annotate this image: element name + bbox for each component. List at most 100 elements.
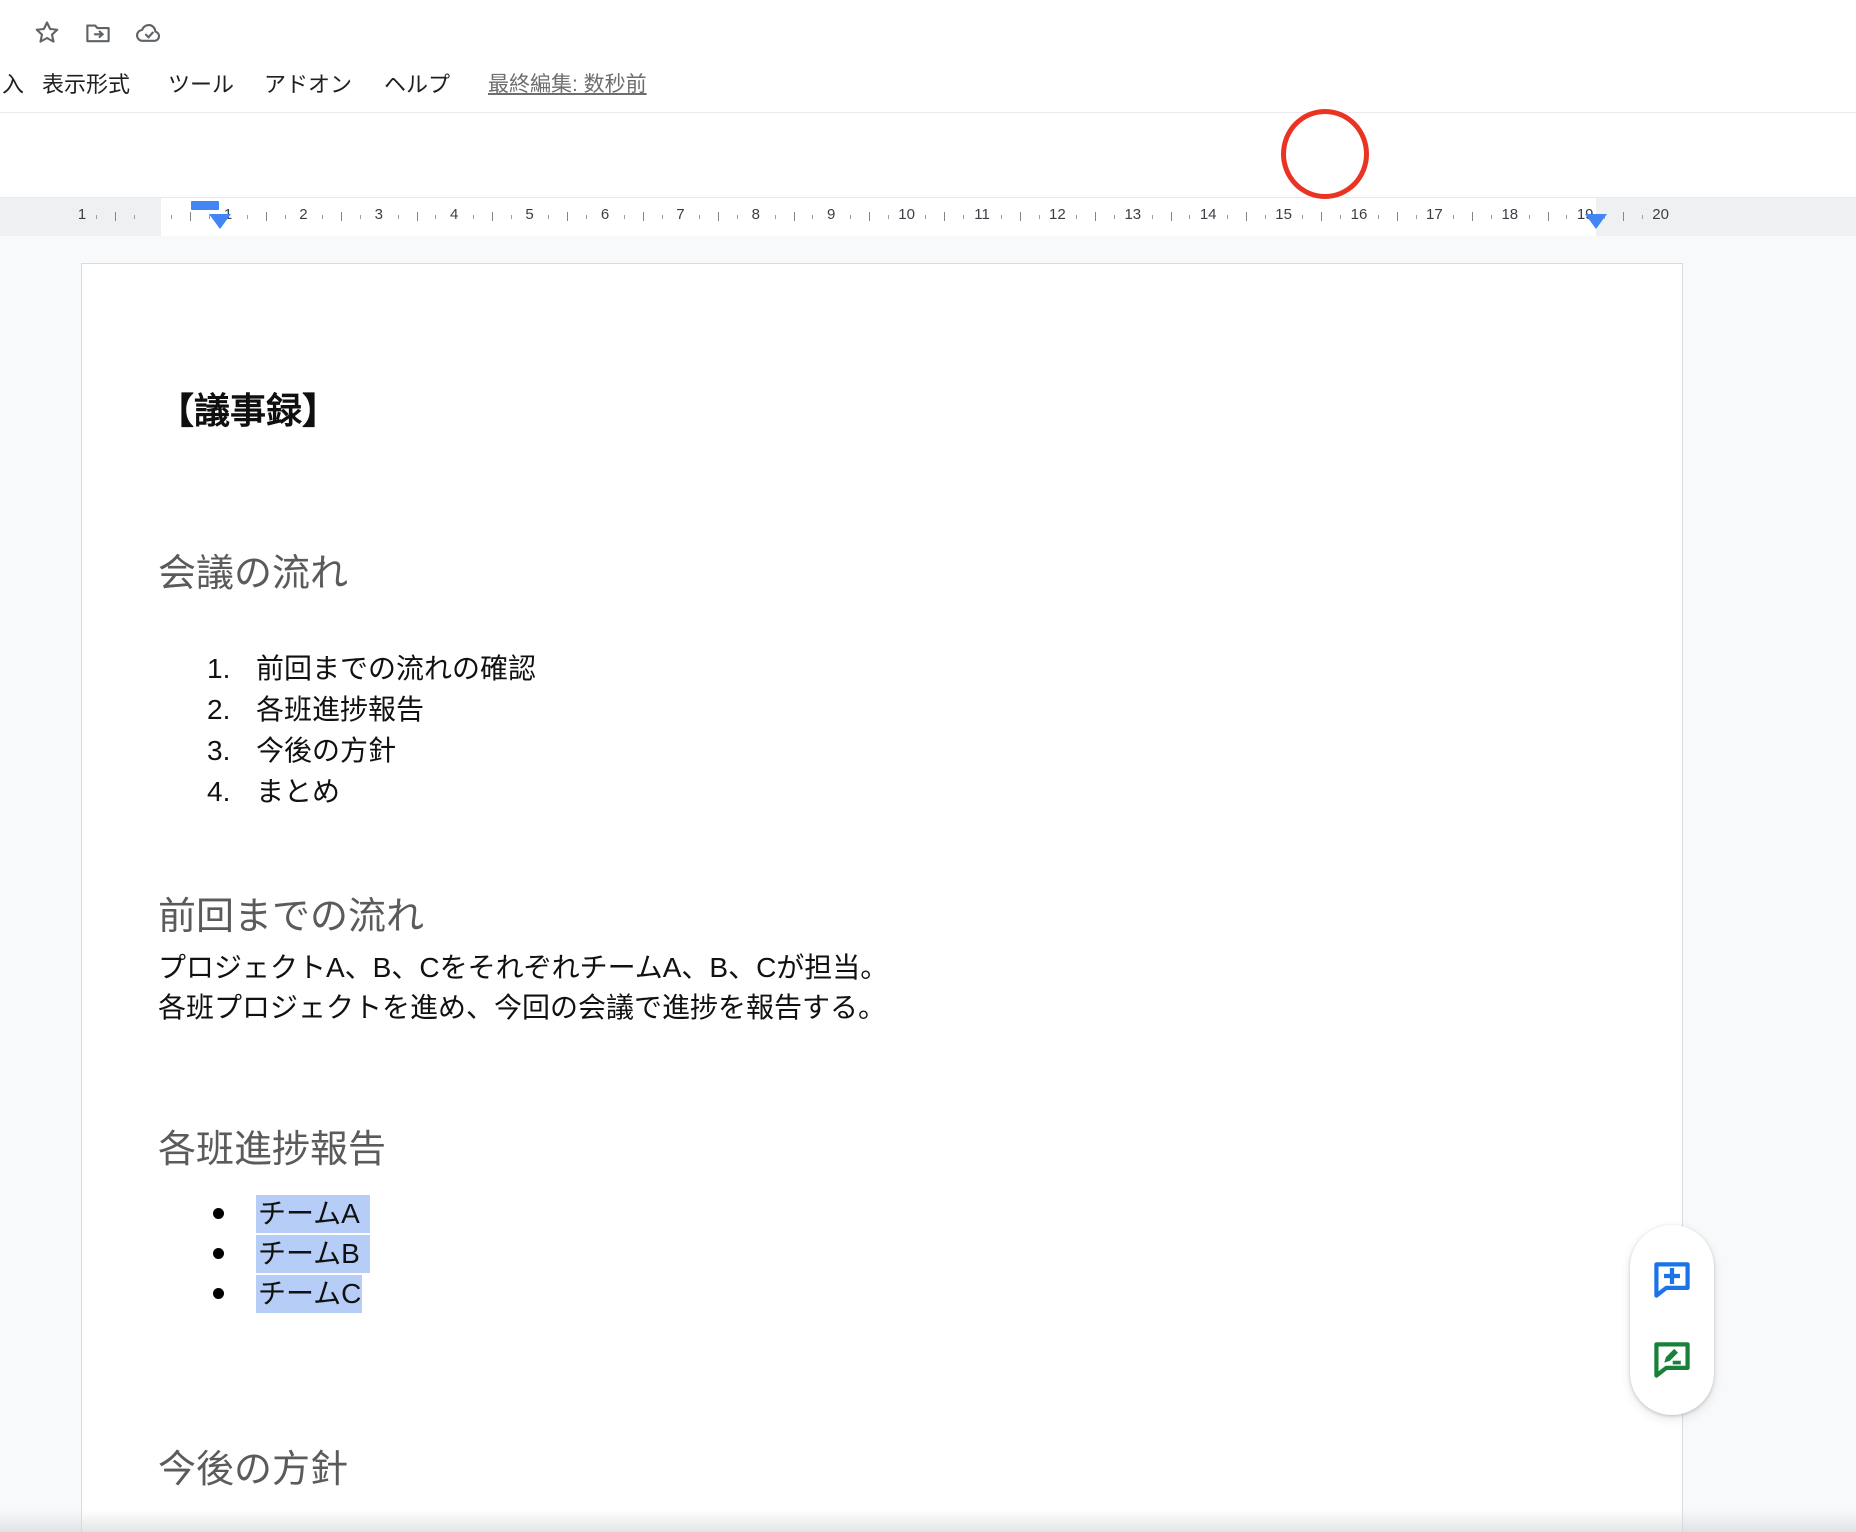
list-item: チームC [82, 1274, 1682, 1314]
menu-insert-partial[interactable]: 入 [2, 64, 24, 106]
ruler-tick [1566, 215, 1567, 219]
ruler-tick [115, 212, 116, 221]
ruler-tick [1529, 215, 1530, 219]
menu-bar: 入 表示形式 ツール アドオン ヘルプ 最終編集: 数秒前 [0, 64, 1856, 106]
heading-meeting-flow: 会議の流れ [158, 542, 348, 597]
ruler-tick [1548, 212, 1549, 221]
ruler-tick [1114, 215, 1115, 219]
ruler-tick [1397, 212, 1398, 221]
ruler-tick [473, 215, 474, 219]
ruler-tick [322, 215, 323, 219]
ruler-tick [1340, 215, 1341, 219]
ruler-tick [1189, 215, 1190, 219]
ruler-tick [586, 215, 587, 219]
document-canvas: 【議事録】 会議の流れ 1.前回までの流れの確認 2.各班進捗報告 3.今後の方… [0, 235, 1856, 1532]
ruler-tick [1246, 212, 1247, 221]
ruler-tick [1453, 215, 1454, 219]
ruler-tick [266, 212, 267, 221]
cloud-saved-icon[interactable] [132, 16, 166, 50]
ruler-tick [1152, 215, 1153, 219]
ruler-tick [1642, 215, 1643, 219]
ruler-tick [417, 212, 418, 221]
ruler-number: 13 [1124, 206, 1141, 223]
ruler-tick [1039, 215, 1040, 219]
ruler-number: 18 [1501, 206, 1518, 223]
ruler-tick [360, 215, 361, 219]
ruler-tick [1302, 215, 1303, 219]
google-docs-window: 入 表示形式 ツール アドオン ヘルプ 最終編集: 数秒前 標準テキス... A… [0, 0, 1856, 1532]
ruler-tick [624, 215, 625, 219]
ruler-tick [247, 215, 248, 219]
menu-help[interactable]: ヘルプ [384, 64, 450, 106]
ruler-tick [190, 212, 191, 221]
menu-format[interactable]: 表示形式 [42, 64, 130, 106]
ruler-number: 14 [1200, 206, 1217, 223]
ruler-tick [718, 212, 719, 221]
ruler-number: 2 [299, 206, 307, 223]
last-edit-link[interactable]: 最終編集: 数秒前 [488, 64, 647, 106]
list-item: 3.今後の方針 [82, 730, 1682, 771]
menu-tools[interactable]: ツール [168, 64, 234, 106]
ruler-tick [96, 215, 97, 219]
ruler-tick [1623, 212, 1624, 221]
ruler-tick [1472, 212, 1473, 221]
move-folder-icon[interactable] [81, 16, 115, 50]
ruler-tick [737, 215, 738, 219]
add-comment-fab[interactable] [1649, 1257, 1695, 1303]
floating-action-pill [1630, 1225, 1714, 1415]
add-comment-icon [1650, 1258, 1694, 1302]
ruler-tick [1001, 215, 1002, 219]
ruler-tick [435, 215, 436, 219]
ruler-tick [134, 215, 135, 219]
ruler-tick [492, 212, 493, 221]
ruler-tick [1416, 215, 1417, 219]
agenda-list: 1.前回までの流れの確認 2.各班進捗報告 3.今後の方針 4.まとめ [82, 648, 1682, 812]
ruler-tick [888, 215, 889, 219]
body-line: プロジェクトA、B、CをそれぞれチームA、B、Cが担当。 [158, 948, 888, 988]
top-chrome: 入 表示形式 ツール アドオン ヘルプ 最終編集: 数秒前 [0, 0, 1856, 113]
ruler-number: 1 [78, 206, 86, 223]
ruler-tick [850, 215, 851, 219]
ruler-tick [1095, 212, 1096, 221]
star-icon[interactable] [30, 16, 64, 50]
heading-previous-flow: 前回までの流れ [158, 885, 424, 940]
left-indent-marker[interactable] [209, 214, 231, 229]
ruler-tick [662, 215, 663, 219]
ruler-number: 8 [752, 206, 760, 223]
ruler[interactable]: 12345678910111213141516171819201 [0, 197, 1856, 236]
ruler-number: 20 [1652, 206, 1669, 223]
selected-text[interactable]: チームA [256, 1195, 370, 1233]
ruler-tick [567, 212, 568, 221]
ruler-tick [1020, 212, 1021, 221]
selected-text[interactable]: チームC [256, 1275, 362, 1313]
ruler-tick [171, 215, 172, 219]
ruler-number: 10 [898, 206, 915, 223]
list-item: チームA [82, 1194, 1682, 1234]
ruler-tick [1076, 215, 1077, 219]
ruler-tick [548, 215, 549, 219]
body-paragraph: プロジェクトA、B、CをそれぞれチームA、B、Cが担当。 各班プロジェクトを進め… [158, 948, 888, 1028]
body-line: 各班プロジェクトを進め、今回の会議で進捗を報告する。 [158, 988, 888, 1028]
ruler-tick [285, 215, 286, 219]
ruler-tick [925, 215, 926, 219]
first-line-indent-marker[interactable] [191, 201, 219, 210]
heading-future-policy: 今後の方針 [158, 1438, 348, 1493]
ruler-number: 6 [601, 206, 609, 223]
suggest-edit-icon [1650, 1338, 1694, 1382]
ruler-tick [511, 215, 512, 219]
ruler-tick [398, 215, 399, 219]
heading-progress-report: 各班進捗報告 [158, 1118, 386, 1173]
ruler-number: 12 [1049, 206, 1066, 223]
right-indent-marker[interactable] [1585, 214, 1607, 229]
ruler-number: 3 [375, 206, 383, 223]
ruler-number: 11 [974, 206, 990, 223]
ruler-tick [812, 215, 813, 219]
selected-text[interactable]: チームB [256, 1235, 370, 1273]
document-page[interactable]: 【議事録】 会議の流れ 1.前回までの流れの確認 2.各班進捗報告 3.今後の方… [81, 263, 1683, 1532]
list-item: 4.まとめ [82, 771, 1682, 812]
menu-addons[interactable]: アドオン [264, 64, 352, 106]
ruler-tick [944, 212, 945, 221]
ruler-number: 9 [827, 206, 835, 223]
ruler-tick [1227, 215, 1228, 219]
suggest-edit-fab[interactable] [1649, 1337, 1695, 1383]
